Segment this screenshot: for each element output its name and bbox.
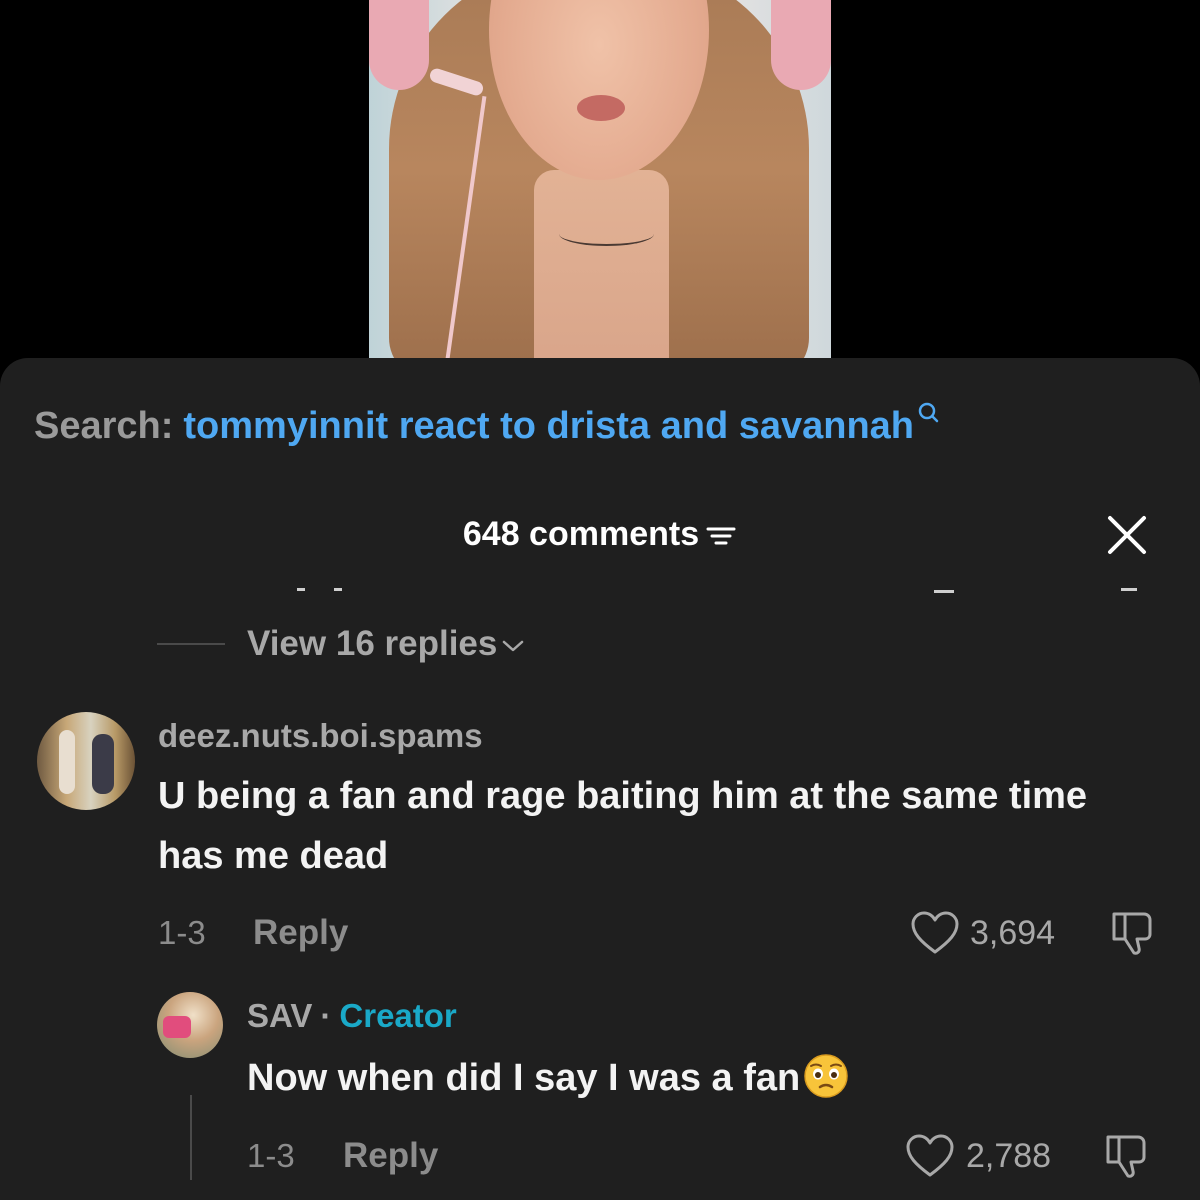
avatar[interactable]	[157, 992, 223, 1058]
avatar[interactable]	[37, 712, 135, 810]
reply-thread-line	[190, 1095, 192, 1180]
comment-text-row: Now when did I say I was a fan	[247, 1050, 850, 1106]
view-replies-button[interactable]: View 16 replies	[247, 620, 525, 668]
replies-divider	[157, 643, 225, 645]
avatar-cake	[163, 1016, 191, 1038]
comments-header: 648 comments	[0, 510, 1200, 558]
comment-date: 1-3	[247, 1137, 295, 1174]
like-count: 2,788	[966, 1137, 1052, 1175]
video-thumbnail[interactable]	[369, 0, 831, 358]
dislike-icon[interactable]	[1102, 1131, 1152, 1181]
clipped-previous-content	[0, 584, 1200, 598]
reply-button[interactable]: Reply	[253, 908, 348, 958]
search-suggestion[interactable]: Search: tommyinnit react to drista and sa…	[34, 400, 939, 452]
close-icon[interactable]	[1105, 513, 1149, 557]
creator-badge: Creator	[339, 997, 457, 1034]
comment-date: 1-3	[158, 914, 206, 951]
avatar-person-left	[59, 730, 75, 794]
pleading-face-icon	[804, 1054, 848, 1098]
chevron-down-icon	[503, 640, 524, 651]
video-mouth	[577, 95, 625, 121]
comment-username[interactable]: SAV	[247, 997, 312, 1034]
comment-text: U being a fan and rage baiting him at th…	[158, 775, 1088, 877]
reply-button[interactable]: Reply	[343, 1131, 438, 1181]
headphone-left	[369, 0, 429, 90]
comment-username[interactable]: deez.nuts.boi.spams	[158, 712, 483, 760]
sort-filter-icon[interactable]	[705, 522, 737, 550]
heart-icon[interactable]	[905, 1133, 955, 1179]
view-replies-label: View 16 replies	[247, 624, 498, 663]
headphone-right	[771, 0, 831, 90]
reply-username-row: SAV · Creator	[247, 992, 457, 1040]
video-necklace	[559, 222, 654, 246]
search-icon	[918, 402, 939, 423]
heart-icon[interactable]	[910, 910, 960, 956]
comment-text: Now when did I say I was a fan	[247, 1057, 801, 1099]
like-count: 3,694	[970, 914, 1056, 952]
avatar-person-right	[92, 734, 114, 794]
dislike-icon[interactable]	[1108, 908, 1158, 958]
search-label: Search:	[34, 405, 174, 447]
separator-dot: ·	[320, 997, 332, 1034]
search-query[interactable]: tommyinnit react to drista and savannah	[183, 405, 914, 447]
comments-count: 648 comments	[462, 515, 700, 553]
video-neck	[534, 170, 669, 358]
